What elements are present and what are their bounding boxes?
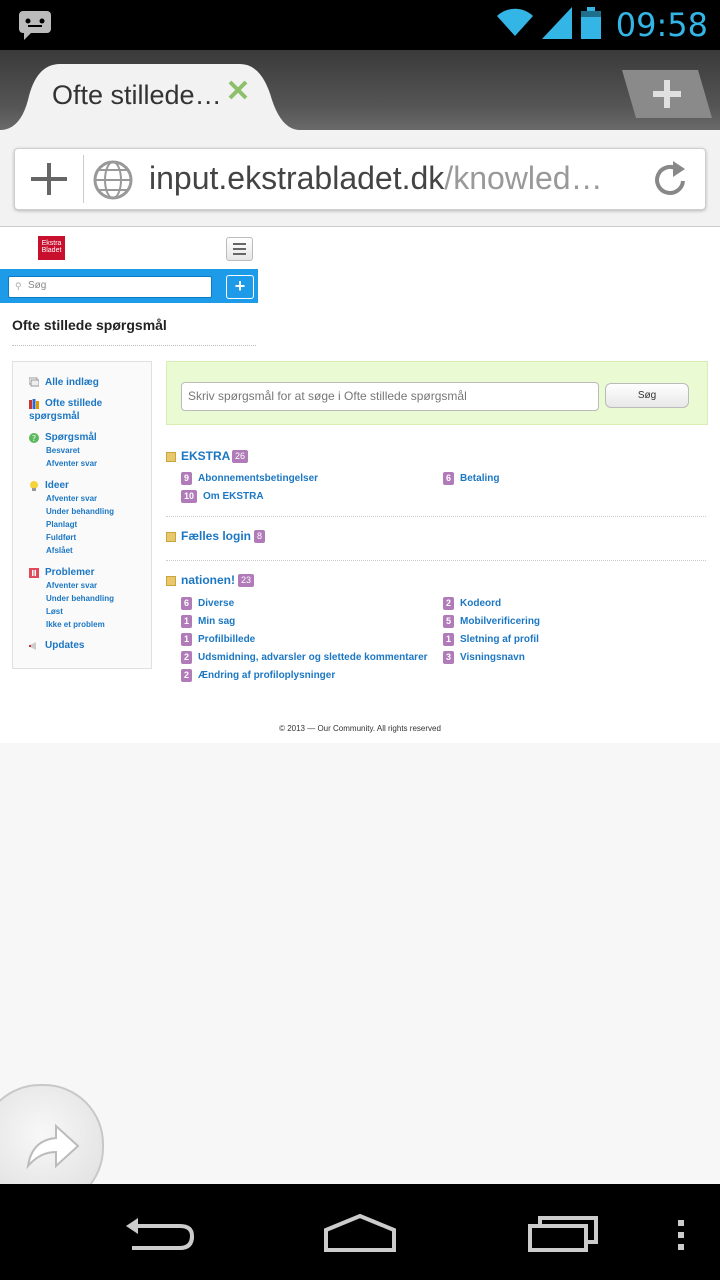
article-link[interactable]: 2 Udsmidning, advarsler og slettede komme… — [181, 651, 428, 664]
new-tab-button[interactable] — [622, 70, 712, 123]
svg-text:?: ? — [32, 434, 36, 443]
category-title[interactable]: Fælles login — [181, 529, 251, 543]
sidebar: Alle indlæg Ofte stillede spørgsmål ? Sp… — [12, 361, 152, 669]
status-bar: 09:58 — [0, 0, 720, 50]
article-link[interactable]: 2 Ændring af profiloplysninger — [181, 669, 335, 682]
site-logo[interactable]: Ekstra Bladet — [38, 236, 65, 260]
globe-icon — [93, 160, 133, 205]
sidebar-sub-problems-solved[interactable]: Løst — [46, 607, 63, 616]
category-title[interactable]: EKSTRA — [181, 449, 230, 463]
category-count-badge: 23 — [238, 574, 255, 587]
category-count-badge: 8 — [254, 530, 266, 543]
url-bar[interactable]: input.ekstrabladet.dk/knowled… — [14, 148, 706, 210]
folder-icon — [166, 452, 176, 462]
tab-title: Ofte stillede… — [52, 80, 222, 110]
article-link[interactable]: 6 Betaling — [443, 472, 499, 485]
article-link[interactable]: 10 Om EKSTRA — [181, 490, 264, 503]
search-icon: ⚲ — [15, 281, 22, 291]
category-title[interactable]: nationen! — [181, 573, 235, 587]
faq-search-input[interactable]: Skriv spørgsmål for at søge i Ofte still… — [181, 382, 599, 411]
article-link[interactable]: 1 Profilbillede — [181, 633, 255, 646]
folder-icon — [166, 532, 176, 542]
sidebar-sub-ideas-processing[interactable]: Under behandling — [46, 507, 114, 516]
question-icon: ? — [29, 433, 39, 443]
site-search-bar: ⚲ Søg + — [0, 269, 258, 303]
folder-icon — [166, 576, 176, 586]
battery-icon — [580, 6, 602, 44]
sidebar-item-questions[interactable]: Spørgsmål — [45, 431, 97, 444]
sidebar-sub-problems-awaiting[interactable]: Afventer svar — [46, 581, 97, 590]
hamburger-menu-icon[interactable] — [226, 237, 253, 261]
sidebar-sub-ideas-awaiting[interactable]: Afventer svar — [46, 494, 97, 503]
add-post-button[interactable]: + — [226, 275, 254, 299]
page-footer: © 2013 — Our Community. All rights reser… — [279, 724, 441, 733]
sidebar-item-problems[interactable]: Problemer — [45, 566, 94, 579]
faq-icon — [29, 399, 39, 409]
close-tab-icon[interactable] — [226, 78, 250, 107]
share-arrow-icon — [26, 1123, 80, 1170]
faq-search-panel: Skriv spørgsmål for at søge i Ofte still… — [166, 361, 708, 425]
article-link[interactable]: 9 Abonnementsbetingelser — [181, 472, 318, 485]
site-search-input[interactable]: ⚲ Søg — [8, 276, 212, 298]
sidebar-sub-problems-processing[interactable]: Under behandling — [46, 594, 114, 603]
url-text[interactable]: input.ekstrabladet.dk/knowled… — [149, 160, 609, 197]
sidebar-sub-answered[interactable]: Besvaret — [46, 446, 80, 455]
problem-icon — [29, 568, 39, 578]
overflow-menu-icon[interactable] — [676, 1218, 686, 1257]
faq-search-button[interactable]: Søg — [605, 383, 689, 408]
sidebar-sub-ideas-rejected[interactable]: Afslået — [46, 546, 73, 555]
lightbulb-icon — [30, 481, 38, 491]
sidebar-item-updates[interactable]: Updates — [45, 639, 84, 652]
sidebar-sub-ideas-completed[interactable]: Fuldført — [46, 533, 76, 542]
site-header: Ekstra Bladet — [0, 227, 258, 270]
megaphone-icon — [29, 642, 36, 650]
article-link[interactable]: 2 Kodeord — [443, 597, 501, 610]
posts-icon — [29, 377, 39, 387]
notification-chat-icon — [18, 10, 52, 45]
navigation-bar — [0, 1184, 720, 1280]
sidebar-sub-problems-not-problem[interactable]: Ikke et problem — [46, 620, 105, 629]
sidebar-sub-ideas-planned[interactable]: Planlagt — [46, 520, 77, 529]
category-count-badge: 26 — [232, 450, 249, 463]
tab-strip: Ofte stillede… — [0, 50, 720, 130]
browser-tab[interactable]: Ofte stillede… — [0, 60, 300, 130]
web-page: Ekstra Bladet ⚲ Søg + Ofte stillede spør… — [0, 227, 720, 743]
clock: 09:58 — [615, 6, 708, 44]
article-link[interactable]: 6 Diverse — [181, 597, 234, 610]
sidebar-sub-awaiting[interactable]: Afventer svar — [46, 459, 97, 468]
article-link[interactable]: 1 Sletning af profil — [443, 633, 539, 646]
article-link[interactable]: 5 Mobilverificering — [443, 615, 540, 628]
url-bar-area: input.ekstrabladet.dk/knowled… — [0, 130, 720, 227]
sidebar-item-ideas[interactable]: Ideer — [45, 479, 69, 492]
page-title: Ofte stillede spørgsmål — [12, 317, 167, 333]
sidebar-item-all[interactable]: Alle indlæg — [45, 376, 99, 389]
bookmark-plus-icon[interactable] — [29, 161, 69, 202]
home-icon[interactable] — [322, 1213, 398, 1259]
sidebar-item-faq[interactable]: Ofte stillede spørgsmål — [29, 397, 102, 423]
recent-apps-icon[interactable] — [526, 1214, 600, 1259]
back-icon[interactable] — [122, 1214, 198, 1259]
article-link[interactable]: 1 Min sag — [181, 615, 235, 628]
wifi-icon — [496, 8, 534, 43]
article-link[interactable]: 3 Visningsnavn — [443, 651, 525, 664]
reload-icon[interactable] — [649, 159, 691, 206]
signal-icon — [541, 6, 572, 44]
